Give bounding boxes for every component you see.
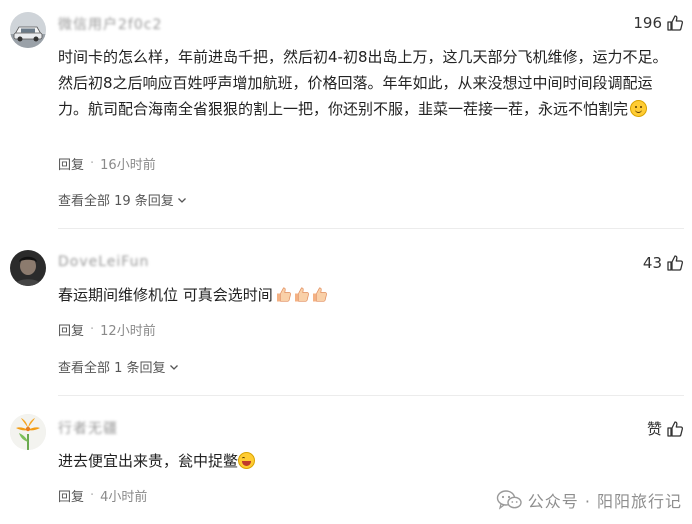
wechat-icon [496, 489, 522, 511]
flower-avatar-icon [10, 414, 46, 450]
username[interactable]: DoveLeiFun [58, 254, 149, 270]
separator-dot: · [90, 488, 95, 503]
like-button[interactable]: 43 [643, 254, 684, 272]
reply-button[interactable]: 回复 [58, 154, 84, 173]
avatar-flower[interactable] [10, 414, 46, 450]
comment-2: DoveLeiFun 43 春运期间维修机位 可真会选时间 回复 · 12小时前… [0, 240, 692, 390]
separator-dot: · [90, 322, 95, 337]
car-avatar-icon [10, 12, 46, 48]
like-count: 赞 [646, 420, 662, 438]
thumbs-up-icon [666, 14, 684, 32]
watermark: 公众号 · 阳阳旅行记 [496, 488, 682, 512]
view-all-label: 查看全部 1 条回复 [58, 361, 166, 376]
comment-meta: 回复 · 16小时前 [58, 154, 156, 173]
avatar-car[interactable] [10, 12, 46, 48]
comment-meta: 回复 · 12小时前 [58, 320, 156, 339]
like-count: 43 [642, 254, 662, 272]
view-all-replies-button[interactable]: 查看全部 1 条回复 [58, 357, 179, 376]
comment-divider [58, 228, 684, 229]
person-avatar-icon [10, 250, 46, 286]
chevron-down-icon [169, 362, 179, 372]
thumbs-up-icon [666, 254, 684, 272]
smile-emoji [630, 100, 648, 117]
reply-button[interactable]: 回复 [58, 486, 84, 505]
comment-text: 春运期间维修机位 可真会选时间 [58, 282, 682, 308]
username[interactable]: 微信用户2f0c2 [58, 14, 162, 34]
comment-text-body: 春运期间维修机位 可真会选时间 [58, 286, 273, 304]
thumbs-up-emoji [275, 286, 328, 303]
reply-button[interactable]: 回复 [58, 320, 84, 339]
view-all-replies-button[interactable]: 查看全部 19 条回复 [58, 190, 187, 209]
laughing-emoji [238, 452, 256, 469]
watermark-text: 公众号 · 阳阳旅行记 [527, 492, 682, 511]
comment-text: 时间卡的怎么样，年前进岛千把，然后初4-初8出岛上万，这几天部分飞机维修，运力不… [58, 44, 682, 122]
comment-text: 进去便宜出来贵，瓮中捉鳖 [58, 448, 682, 474]
thumbs-up-icon [666, 420, 684, 438]
view-all-label: 查看全部 19 条回复 [58, 194, 174, 209]
comment-text-body: 时间卡的怎么样，年前进岛千把，然后初4-初8出岛上万，这几天部分飞机维修，运力不… [58, 48, 668, 118]
like-button[interactable]: 196 [633, 14, 684, 32]
timestamp: 12小时前 [100, 324, 156, 339]
username[interactable]: 行者无疆 [58, 418, 118, 438]
separator-dot: · [90, 156, 95, 171]
like-button[interactable]: 赞 [647, 418, 684, 439]
comment-1: 微信用户2f0c2 196 时间卡的怎么样，年前进岛千把，然后初4-初8出岛上万… [0, 0, 692, 216]
avatar-person[interactable] [10, 250, 46, 286]
like-count: 196 [633, 14, 662, 32]
comment-divider [58, 395, 684, 396]
timestamp: 4小时前 [100, 490, 148, 505]
comment-meta: 回复 · 4小时前 [58, 486, 147, 505]
timestamp: 16小时前 [100, 158, 156, 173]
comment-text-body: 进去便宜出来贵，瓮中捉鳖 [58, 452, 239, 470]
chevron-down-icon [177, 195, 187, 205]
